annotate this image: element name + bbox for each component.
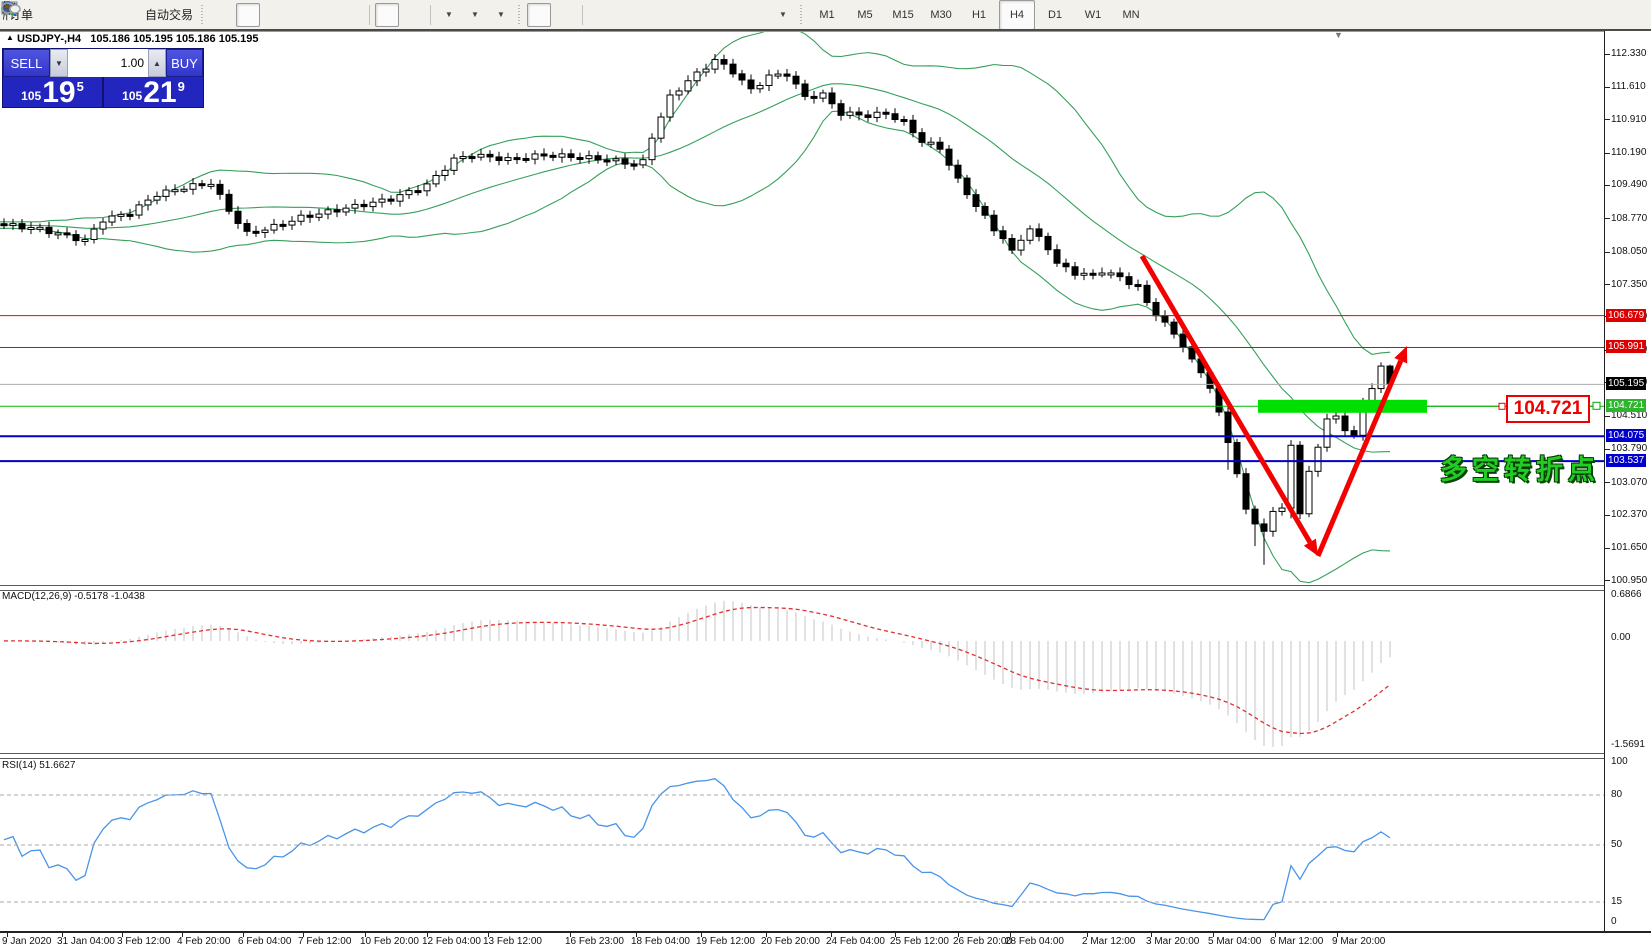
axis-tick (1605, 119, 1610, 120)
collapse-triangle-icon[interactable]: ▲ (6, 33, 14, 42)
time-tick-label: 19 Feb 12:00 (696, 936, 755, 947)
price-tick-label: 111.610 (1611, 81, 1646, 92)
price-tick-label: 103.070 (1611, 477, 1647, 488)
rsi-label: RSI(14) 51.6627 (2, 760, 75, 771)
axis-tick (1605, 185, 1610, 186)
time-tick-label: 5 Mar 04:00 (1208, 936, 1261, 947)
time-tick-label: 16 Feb 23:00 (565, 936, 624, 947)
time-tick-label: 10 Feb 20:00 (360, 936, 419, 947)
price-tick-label: 109.490 (1611, 179, 1647, 190)
scroll-to-end-icon[interactable]: ▼ (1334, 30, 1343, 40)
rsi-axis-label: 100 (1611, 756, 1628, 767)
buy-price-pips: 21 (143, 80, 176, 106)
axis-tick (1605, 54, 1610, 55)
time-tick-label: 7 Feb 12:00 (298, 936, 351, 947)
time-tick-label: 26 Feb 20:00 (953, 936, 1012, 947)
chart-border (0, 31, 1651, 32)
axis-tick (1605, 482, 1610, 483)
rsi-axis-label: 80 (1611, 789, 1622, 800)
price-axis[interactable]: 112.330 111.610 110.910 110.190 109.490 108.7… (1604, 31, 1651, 931)
macd-axis-label: 0.6866 (1611, 589, 1642, 600)
buy-button[interactable]: BUY (166, 49, 203, 77)
time-tick-label: 9 Jan 2020 (2, 936, 52, 947)
ohlc-quote: 105.186 105.195 105.186 105.195 (90, 33, 258, 45)
time-tick-label: 6 Feb 04:00 (238, 936, 291, 947)
time-tick-label: 3 Feb 12:00 (117, 936, 170, 947)
price-level-label: 105.991 (1606, 340, 1646, 353)
axis-tick (1605, 515, 1610, 516)
time-tick-label: 6 Mar 12:00 (1270, 936, 1323, 947)
macd-axis-label: 0.00 (1611, 632, 1630, 643)
volume-down-button[interactable]: ▼ (50, 49, 68, 77)
axis-tick (1605, 284, 1610, 285)
volume-input[interactable] (68, 49, 148, 77)
panel-separator[interactable] (0, 585, 1651, 591)
time-tick-label: 13 Feb 12:00 (483, 936, 542, 947)
time-tick-label: 20 Feb 20:00 (761, 936, 820, 947)
price-level-label: 104.721 (1606, 399, 1646, 412)
rsi-axis-label: 0 (1611, 916, 1617, 927)
buy-price[interactable]: 105 21 9 (104, 77, 203, 107)
sell-price-point: 5 (77, 79, 84, 94)
sell-price-pips: 19 (42, 80, 75, 106)
axis-tick (1605, 449, 1610, 450)
time-axis[interactable]: 9 Jan 2020 31 Jan 04:003 Feb 12:00 4 Feb 2… (0, 931, 1651, 948)
axis-tick (1605, 218, 1610, 219)
sell-button[interactable]: SELL (3, 49, 50, 77)
price-tick-label: 100.950 (1611, 575, 1647, 586)
time-tick-label: 28 Feb 04:00 (1005, 936, 1064, 947)
symbol-period-label: USDJPY-,H4 (17, 33, 81, 45)
price-level-label: 103.537 (1606, 454, 1646, 467)
one-click-trading-panel: SELL ▼ ▲ BUY 105 19 5 105 21 9 (2, 48, 204, 108)
time-tick-label: 18 Feb 04:00 (631, 936, 690, 947)
buy-price-point: 9 (178, 79, 185, 94)
time-tick-label: 9 Mar 20:00 (1332, 936, 1385, 947)
mt4-window: 新订单 自动交易 ▼ ▼ ▼ E F A T ▼ M1M5M15M (0, 0, 1651, 948)
price-tick-label: 101.650 (1611, 542, 1647, 553)
price-tick-label: 103.790 (1611, 443, 1647, 454)
price-tick-label: 108.050 (1611, 246, 1647, 257)
price-level-label: 104.075 (1606, 429, 1646, 442)
price-tick-label: 110.190 (1611, 147, 1646, 158)
macd-label: MACD(12,26,9) -0.5178 -1.0438 (2, 591, 145, 602)
time-tick-label: 25 Feb 12:00 (890, 936, 949, 947)
time-tick-label: 12 Feb 04:00 (422, 936, 481, 947)
chart-title: ▲ USDJPY-,H4 105.186 105.195 105.186 105… (6, 33, 258, 45)
sell-price[interactable]: 105 19 5 (3, 77, 102, 107)
time-tick-label: 4 Feb 20:00 (177, 936, 230, 947)
axis-tick (1605, 580, 1610, 581)
axis-tick (1605, 87, 1610, 88)
buy-price-figure: 105 (122, 89, 142, 103)
rsi-axis-label: 15 (1611, 896, 1622, 907)
price-tick-label: 107.350 (1611, 279, 1647, 290)
current-price-label: 105.195 (1606, 377, 1646, 390)
price-tick-label: 110.910 (1611, 114, 1646, 125)
axis-tick (1605, 153, 1610, 154)
time-tick-label: 2 Mar 12:00 (1082, 936, 1135, 947)
price-tick-label: 112.330 (1611, 48, 1646, 59)
axis-tick (1605, 548, 1610, 549)
price-callout-box[interactable]: 104.721 (1506, 395, 1590, 423)
price-tick-label: 108.770 (1611, 213, 1647, 224)
sell-price-figure: 105 (21, 89, 41, 103)
time-tick-label: 31 Jan 04:00 (57, 936, 115, 947)
axis-tick (1605, 416, 1610, 417)
rsi-axis-label: 50 (1611, 839, 1622, 850)
price-level-label: 106.679 (1606, 309, 1646, 322)
axis-tick (1605, 252, 1610, 253)
panel-separator[interactable] (0, 753, 1651, 759)
chart-canvas[interactable] (0, 0, 1651, 948)
volume-up-button[interactable]: ▲ (148, 49, 166, 77)
time-tick-label: 3 Mar 20:00 (1146, 936, 1199, 947)
price-tick-label: 102.370 (1611, 509, 1647, 520)
macd-axis-label: -1.5691 (1611, 739, 1645, 750)
chart-annotation[interactable]: 多空转折点 (1440, 448, 1600, 487)
support-highlight[interactable] (1258, 400, 1427, 413)
time-tick-label: 24 Feb 04:00 (826, 936, 885, 947)
